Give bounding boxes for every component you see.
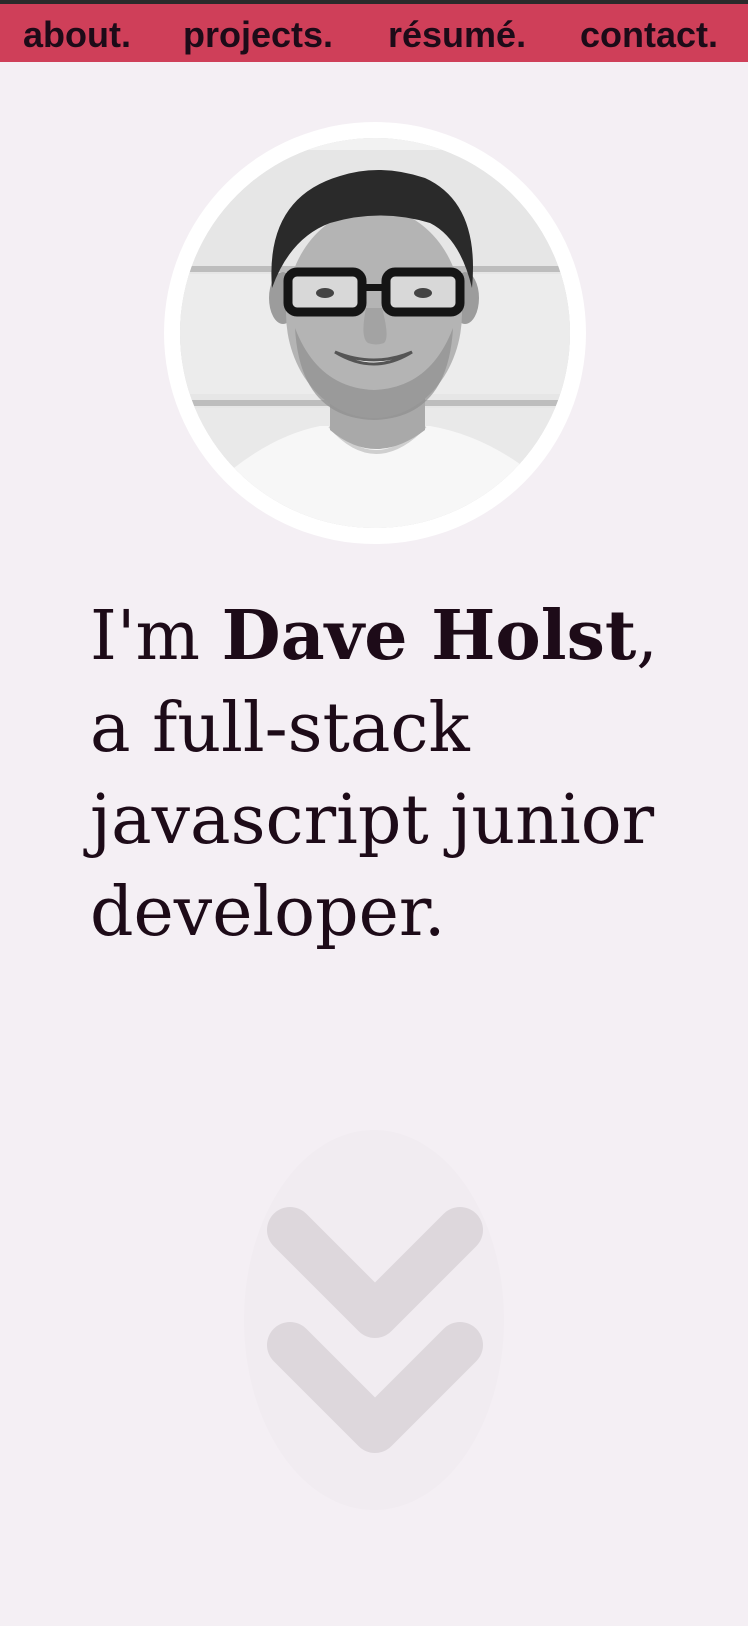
intro-line-3: javascript junior [90, 781, 655, 860]
intro-heading: I'm Dave Holst, a full-stack javascript … [90, 590, 710, 959]
portrait-illustration [180, 138, 570, 528]
top-navigation: about. projects. résumé. contact. [0, 4, 748, 62]
nav-link-projects[interactable]: projects. [183, 13, 333, 57]
nav-link-resume[interactable]: résumé. [388, 13, 526, 57]
intro-prefix: I'm [90, 597, 222, 676]
nav-link-contact[interactable]: contact. [580, 13, 718, 57]
intro-name: Dave Holst [221, 596, 637, 676]
intro-line-1: I'm Dave Holst, [90, 590, 710, 683]
intro-comma: , [636, 597, 658, 676]
double-chevron-down-icon-graphic [267, 1207, 483, 1453]
intro-line-4: developer. [90, 873, 446, 952]
intro-line-2: a full-stack [90, 689, 470, 768]
profile-photo [180, 138, 570, 528]
nav-link-about[interactable]: about. [23, 13, 131, 57]
double-chevron-down-icon[interactable] [260, 1180, 490, 1485]
